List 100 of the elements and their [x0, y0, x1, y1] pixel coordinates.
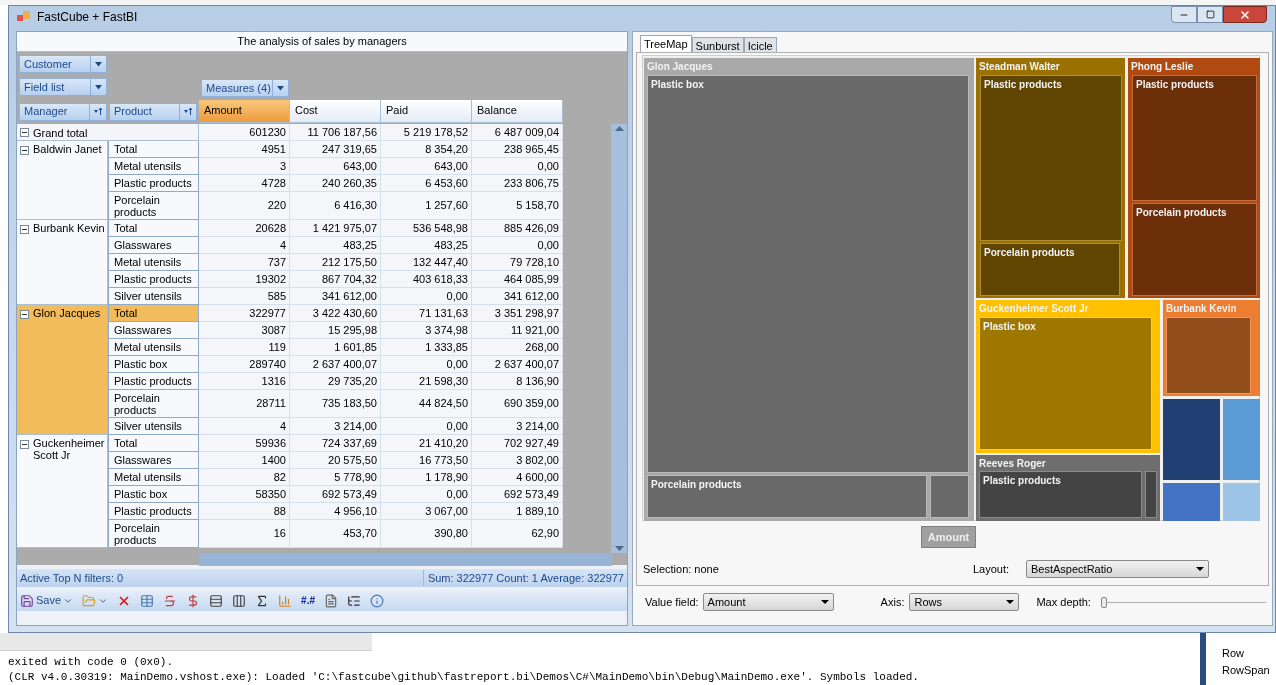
row-header[interactable]: Baldwin Janet — [17, 141, 108, 220]
collapse-icon[interactable] — [20, 225, 29, 234]
treemap-tile[interactable]: Glon Jacques Plastic box Porcelain products — [644, 58, 974, 521]
row-header[interactable]: Guckenheimer Scott Jr — [17, 435, 108, 548]
column-header[interactable]: Cost — [290, 100, 381, 123]
strikethrough-icon[interactable] — [163, 593, 178, 608]
scroll-down-icon[interactable] — [614, 546, 624, 551]
treemap-tile[interactable]: Phong Leslie Plastic products Porcelain products — [1128, 58, 1260, 298]
value-cell: 132 447,40 — [381, 254, 472, 271]
collapse-icon[interactable] — [20, 310, 29, 319]
field-button[interactable]: Field list — [19, 78, 107, 96]
value-field-label: Value field: — [645, 594, 699, 610]
row-header[interactable]: Grand total — [17, 124, 199, 141]
row-header[interactable]: Glasswares — [108, 452, 199, 469]
row-header[interactable]: Plastic products — [108, 175, 199, 192]
row-header[interactable]: Silver utensils — [108, 418, 199, 435]
value-cell: 453,70 — [290, 520, 381, 548]
treemap-tile[interactable] — [930, 475, 969, 518]
treemap-tile[interactable] — [1223, 483, 1260, 521]
slider-thumb[interactable] — [1100, 596, 1107, 608]
list-icon[interactable] — [347, 593, 361, 608]
value-cell: 643,00 — [290, 158, 381, 175]
number-format-button[interactable]: #.# — [301, 593, 315, 608]
treemap-tile[interactable]: Guckenheimer Scott Jr Plastic box — [976, 300, 1160, 453]
treemap-tile[interactable]: Plastic products — [980, 75, 1122, 241]
product-label: Glasswares — [114, 324, 173, 336]
row-header[interactable]: Metal utensils — [108, 339, 199, 356]
document-icon[interactable] — [324, 593, 338, 608]
close-button[interactable] — [1223, 6, 1267, 23]
treemap-tile[interactable] — [1166, 317, 1251, 394]
row-header[interactable]: Silver utensils — [108, 288, 199, 305]
collapse-icon[interactable] — [20, 440, 29, 449]
treemap-tile[interactable]: Plastic products — [1132, 75, 1257, 201]
treemap-tile[interactable] — [1145, 471, 1157, 518]
treemap-tile[interactable]: Plastic products — [979, 471, 1142, 518]
row-header[interactable]: Plastic products — [108, 503, 199, 520]
treemap-tile[interactable]: Porcelain products — [980, 243, 1120, 296]
row-header[interactable]: Porcelain products — [108, 192, 199, 220]
row-header[interactable]: Plastic box — [108, 356, 199, 373]
row-header[interactable]: Total — [108, 435, 199, 452]
table-icon[interactable] — [140, 593, 155, 608]
horizontal-scrollbar[interactable] — [199, 553, 612, 566]
field-button[interactable]: Manager — [19, 102, 107, 121]
row-header[interactable]: Total — [108, 220, 199, 237]
sort-icon[interactable] — [93, 107, 103, 116]
row-header[interactable]: Metal utensils — [108, 158, 199, 175]
column-header[interactable]: Amount — [199, 100, 290, 123]
field-button[interactable]: Product — [109, 102, 197, 121]
value-cell: 2 637 400,07 — [290, 356, 381, 373]
row-header[interactable]: Glon Jacques — [17, 305, 108, 435]
tab[interactable]: Icicle — [743, 37, 777, 52]
row-header[interactable]: Total — [108, 141, 199, 158]
sort-icon[interactable] — [183, 107, 193, 116]
treemap-tile[interactable] — [1163, 483, 1220, 521]
row-header[interactable]: Metal utensils — [108, 469, 199, 486]
scroll-up-icon[interactable] — [614, 126, 624, 131]
row-header[interactable]: Total — [108, 305, 199, 322]
treemap-tile[interactable] — [1163, 399, 1220, 480]
row-header[interactable]: Plastic products — [108, 373, 199, 390]
treemap-tile[interactable]: Steadman Walter Plastic products Porcelain products — [976, 58, 1125, 298]
caret-icon[interactable] — [94, 61, 103, 67]
column-header[interactable]: Paid — [381, 100, 472, 123]
row-header[interactable]: Porcelain products — [108, 390, 199, 418]
treemap-tile[interactable]: Plastic box — [979, 317, 1152, 450]
minimize-button[interactable] — [1171, 6, 1197, 23]
max-depth-slider[interactable] — [1100, 596, 1266, 608]
chart-icon[interactable] — [278, 593, 293, 608]
maximize-button[interactable] — [1197, 6, 1223, 23]
caret-icon[interactable] — [276, 85, 285, 91]
property-item[interactable]: RowSpan — [1222, 662, 1270, 679]
treemap-tile[interactable]: Porcelain products — [1132, 203, 1257, 296]
caret-icon[interactable] — [94, 84, 103, 90]
columns-icon[interactable] — [232, 593, 247, 608]
row-header[interactable]: Glasswares — [108, 237, 199, 254]
treemap-tile[interactable]: Plastic box — [647, 75, 969, 473]
row-header[interactable]: Metal utensils — [108, 254, 199, 271]
field-button[interactable]: Measures (4) — [201, 79, 289, 97]
row-header[interactable]: Porcelain products — [108, 520, 199, 548]
column-header[interactable]: Balance — [472, 100, 563, 123]
tab[interactable]: TreeMap — [640, 35, 692, 52]
axis-dropdown[interactable]: Rows — [909, 593, 1020, 611]
treemap-tile[interactable]: Porcelain products — [647, 475, 927, 518]
rows-icon[interactable] — [209, 593, 224, 608]
info-icon[interactable] — [370, 593, 384, 608]
property-item[interactable]: Row — [1222, 645, 1270, 662]
row-header[interactable]: Glasswares — [108, 322, 199, 339]
treemap-tile[interactable]: Reeves Roger Plastic products — [976, 455, 1160, 521]
collapse-icon[interactable] — [20, 128, 29, 137]
layout-dropdown[interactable]: BestAspectRatio — [1026, 560, 1209, 578]
vertical-scrollbar[interactable] — [611, 124, 627, 553]
collapse-icon[interactable] — [20, 146, 29, 155]
row-header[interactable]: Burbank Kevin — [17, 220, 108, 305]
value-cell: 1400 — [199, 452, 290, 469]
row-header[interactable]: Plastic products — [108, 271, 199, 288]
treemap-tile[interactable] — [1223, 399, 1260, 480]
tab[interactable]: Sunburst — [691, 37, 744, 52]
value-field-dropdown[interactable]: Amount — [702, 593, 834, 611]
field-button[interactable]: Customer — [19, 55, 107, 73]
save-button[interactable]: Save — [20, 592, 74, 609]
row-header[interactable]: Plastic box — [108, 486, 199, 503]
